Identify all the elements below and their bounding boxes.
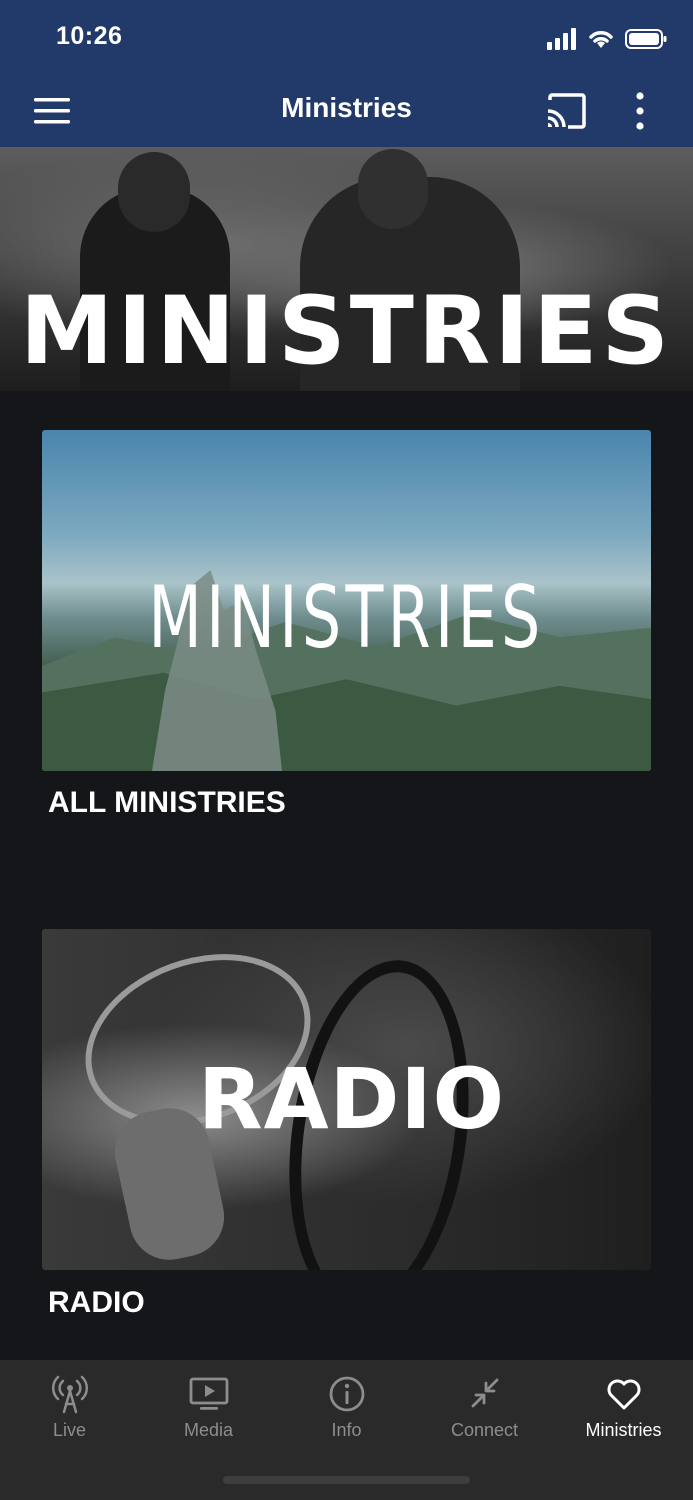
cast-button[interactable]: [544, 92, 588, 130]
hero-title: MINISTRIES: [19, 277, 674, 386]
tab-label: Live: [52, 1420, 87, 1440]
ministry-card-all[interactable]: MINISTRIES ALL MINISTRIES: [42, 430, 651, 819]
wifi-icon: [589, 31, 613, 48]
status-icons: [547, 26, 667, 52]
heart-icon: [607, 1379, 640, 1410]
tab-label: Media: [183, 1420, 234, 1440]
hero-person-left-head: [118, 152, 190, 232]
tab-label: Ministries: [585, 1420, 662, 1440]
hero-banner: MINISTRIES: [0, 147, 693, 391]
tab-label: Connect: [450, 1420, 519, 1440]
tab-connect[interactable]: Connect: [415, 1360, 554, 1460]
card-title[interactable]: RADIO: [48, 1286, 145, 1320]
tab-ministries[interactable]: Ministries: [554, 1360, 693, 1460]
more-vertical-icon: [636, 92, 644, 130]
more-options-button[interactable]: [626, 90, 654, 132]
ministry-card-image[interactable]: MINISTRIES: [42, 430, 651, 771]
battery-icon: [625, 29, 667, 49]
tab-media[interactable]: Media: [139, 1360, 278, 1460]
ministry-card-image[interactable]: RADIO: [42, 929, 651, 1270]
app-header: 10:26 Ministries: [0, 0, 693, 147]
tab-live[interactable]: Live: [0, 1360, 139, 1460]
card-image-text: RADIO: [197, 1050, 506, 1148]
compress-arrows-icon: [471, 1378, 498, 1408]
hero-person-right-head: [358, 149, 428, 229]
card-image-text: MINISTRIES: [148, 568, 545, 668]
broadcast-antenna-icon: [51, 1375, 88, 1414]
card-title[interactable]: ALL MINISTRIES: [48, 786, 286, 820]
page-title: Ministries: [281, 92, 412, 123]
status-time: 10:26: [56, 22, 123, 50]
ministry-card-radio[interactable]: RADIO RADIO: [42, 929, 651, 1319]
info-circle-icon: [329, 1376, 364, 1412]
tab-label: Info: [331, 1420, 362, 1440]
home-indicator[interactable]: [223, 1476, 470, 1484]
signal-icon: [547, 28, 576, 50]
tab-info[interactable]: Info: [277, 1360, 416, 1460]
cast-icon: [547, 93, 586, 129]
tv-play-icon: [189, 1377, 228, 1410]
